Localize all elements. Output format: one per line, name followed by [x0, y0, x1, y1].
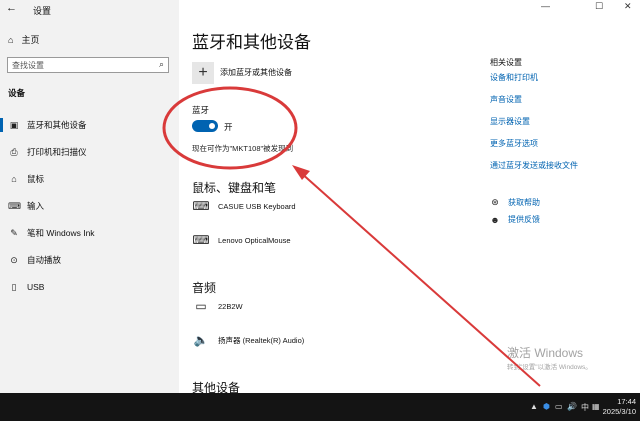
annotation-arrow-line — [299, 171, 541, 387]
ime-indicator[interactable]: 中 — [581, 402, 589, 413]
chevron-up-icon[interactable]: ▲ — [530, 402, 538, 411]
taskbar-clock[interactable]: 17:44 2025/3/10 — [600, 397, 636, 417]
ime-mode-icon[interactable]: ▦ — [592, 402, 600, 411]
clock-date: 2025/3/10 — [602, 407, 636, 416]
network-icon[interactable]: ▭ — [555, 402, 563, 411]
annotation-circle — [162, 86, 298, 170]
volume-icon[interactable]: 🔊 — [567, 402, 577, 411]
bluetooth-tray-icon[interactable]: ⬢ — [543, 402, 550, 411]
annotation-overlay — [162, 86, 541, 387]
clock-time: 17:44 — [617, 397, 636, 406]
